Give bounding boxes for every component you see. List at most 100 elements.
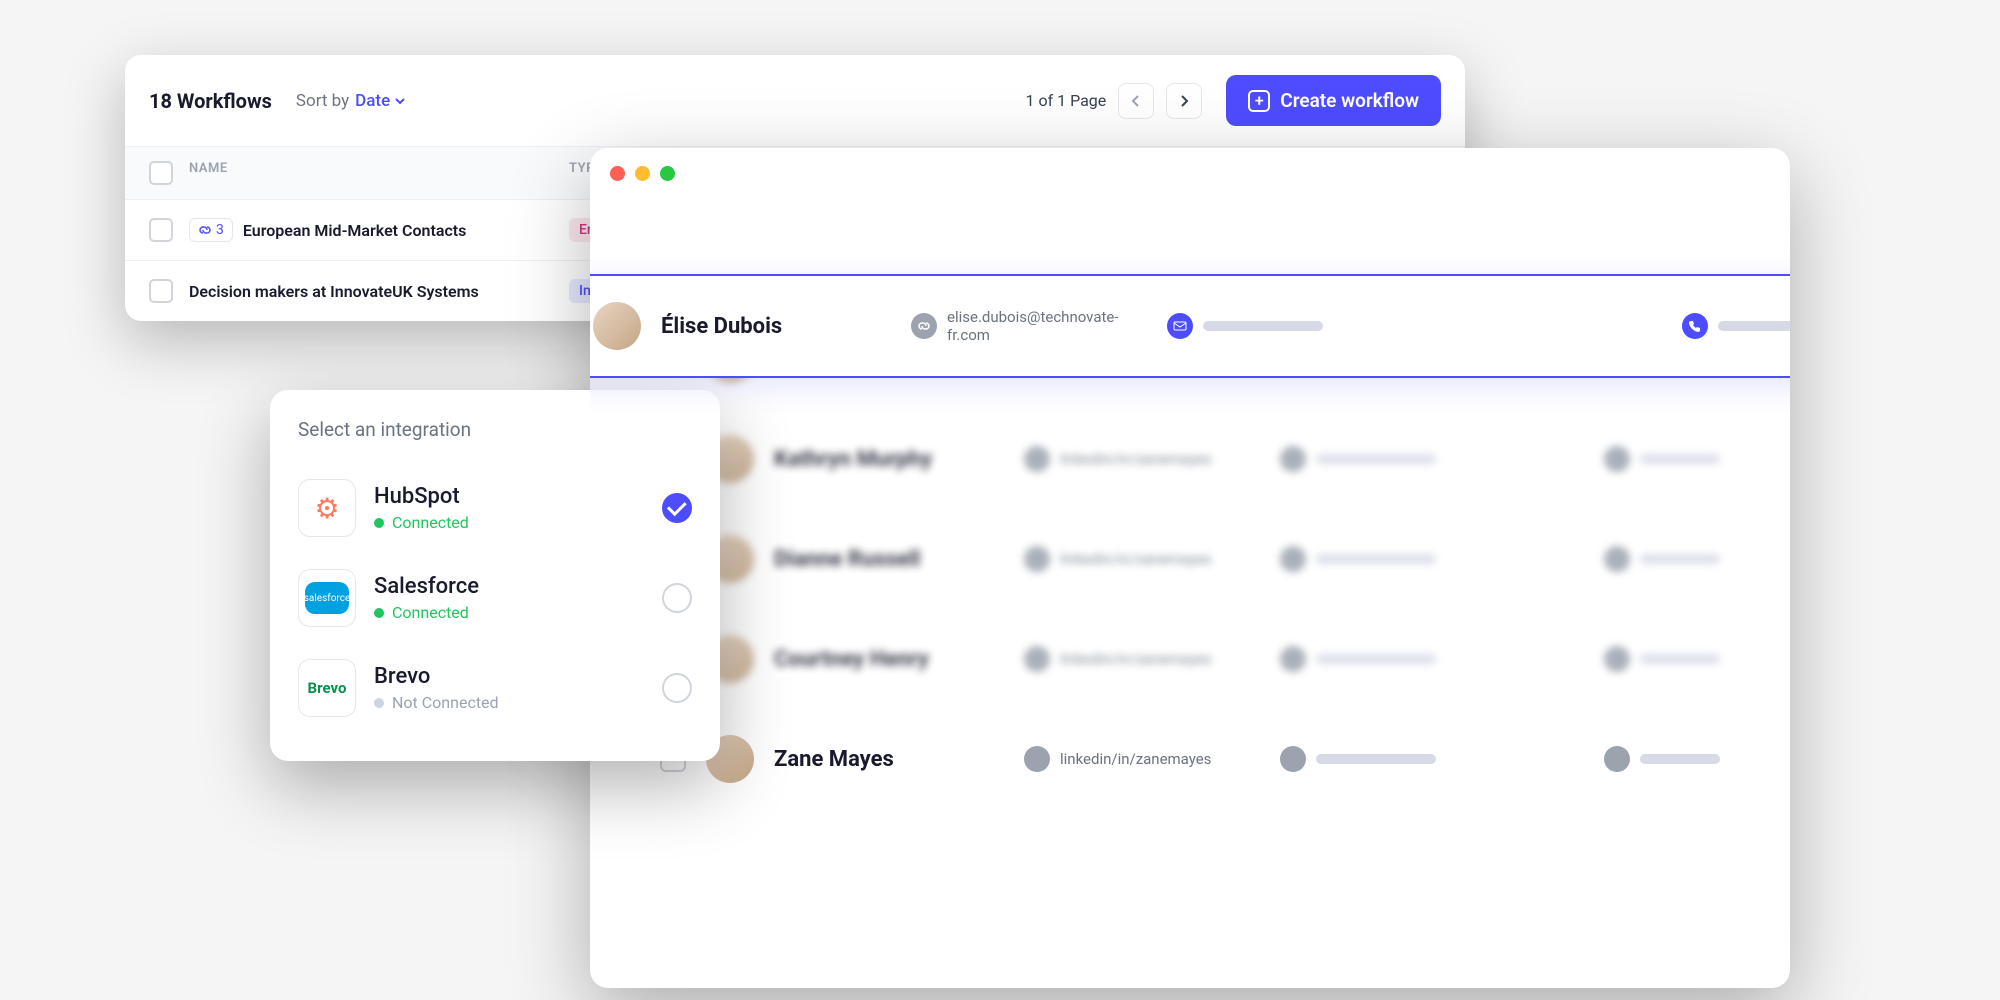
placeholder [1640,554,1720,564]
contact-row-focused[interactable]: Élise Dubois elise.dubois@technovate-fr.… [590,274,1790,378]
integration-name: HubSpot [374,484,644,509]
next-page-button[interactable] [1166,83,1202,119]
row-checkbox[interactable] [149,279,173,303]
contact-name: Courtney Henry [774,647,1004,672]
phone-icon [1682,313,1708,339]
contacts-window: Élise Dubois elise.dubois@technovate-fr.… [590,148,1790,988]
pagination: 1 of 1 Page [1026,83,1203,119]
integration-item[interactable]: ⚙ HubSpot Connected [298,463,692,553]
page-info: 1 of 1 Page [1026,91,1107,110]
linkedin-text: linkedin/in/zanemayes [1060,650,1260,668]
integration-radio[interactable] [662,583,692,613]
close-dot[interactable] [610,166,625,181]
phone-field [1604,646,1720,672]
integration-item[interactable]: Brevo Brevo Not Connected [298,643,692,733]
workflows-title: 18 Workflows [149,89,272,113]
workflow-name: European Mid-Market Contacts [243,221,467,240]
placeholder [1640,654,1720,664]
link-icon [1024,546,1050,572]
window-controls [590,148,1790,199]
minimize-dot[interactable] [635,166,650,181]
phone-field [1682,313,1790,339]
linkedin-text: linkedin/in/zanemayes [1060,750,1260,768]
chevron-left-icon [1129,94,1143,108]
email-field: elise.dubois@technovate-fr.com [911,308,1147,344]
mail-icon [1280,746,1306,772]
linkedin-field: linkedin/in/zanemayes [1024,746,1260,772]
integration-name: Salesforce [374,574,644,599]
integration-status: Not Connected [374,693,644,712]
integrations-title: Select an integration [298,418,692,441]
integration-status: Connected [374,513,644,532]
placeholder [1640,754,1720,764]
sort-value: Date [355,91,406,111]
link-icon [1024,446,1050,472]
phone-field [1604,446,1720,472]
contact-row[interactable]: Dianne Russell linkedin/in/zanemayes [640,509,1740,609]
workflows-header: 18 Workflows Sort by Date 1 of 1 Page + … [125,55,1465,146]
status-text: Connected [392,603,469,622]
prev-page-button[interactable] [1118,83,1154,119]
mail-icon [1280,646,1306,672]
linkedin-text: linkedin/in/zanemayes [1060,450,1260,468]
integration-radio[interactable] [662,673,692,703]
integration-radio[interactable] [662,493,692,523]
mail-field [1280,646,1436,672]
linkedin-field: linkedin/in/zanemayes [1024,646,1260,672]
create-workflow-button[interactable]: + Create workflow [1226,75,1441,126]
placeholder [1316,554,1436,564]
plus-icon: + [1248,90,1270,112]
status-text: Connected [392,513,469,532]
contact-row[interactable]: Kathryn Murphy linkedin/in/zanemayes [640,409,1740,509]
select-all-checkbox[interactable] [149,161,173,185]
link-count-badge: 3 [189,218,233,242]
maximize-dot[interactable] [660,166,675,181]
link-icon [1024,746,1050,772]
integration-status: Connected [374,603,644,622]
contacts-list: Élise Dubois elise.dubois@technovate-fr.… [590,199,1790,809]
chevron-right-icon [1177,94,1191,108]
integration-info: HubSpot Connected [374,484,644,532]
integration-logo: ⚙ [298,479,356,537]
integration-name: Brevo [374,664,644,689]
status-dot [374,518,384,528]
linkedin-field: linkedin/in/zanemayes [1024,546,1260,572]
integration-logo: salesforce [298,569,356,627]
contact-name: Élise Dubois [661,314,891,339]
phone-field [1604,746,1720,772]
contact-name: Zane Mayes [774,747,1004,772]
link-icon [911,313,937,339]
brevo-logo: Brevo [308,679,347,697]
mail-field [1280,746,1436,772]
hubspot-logo: ⚙ [314,492,339,525]
status-dot [374,698,384,708]
contact-name: Dianne Russell [774,547,1004,572]
link-icon [1024,646,1050,672]
status-text: Not Connected [392,693,499,712]
linkedin-field: linkedin/in/zanemayes [1024,446,1260,472]
placeholder [1203,321,1323,331]
contact-name: Kathryn Murphy [774,447,1004,472]
mail-field [1280,546,1436,572]
linkedin-text: linkedin/in/zanemayes [1060,550,1260,568]
mail-field [1167,313,1323,339]
integration-item[interactable]: salesforce Salesforce Connected [298,553,692,643]
contact-row[interactable]: Zane Mayes linkedin/in/zanemayes [640,709,1740,809]
phone-icon [1604,446,1630,472]
contact-row[interactable]: Courtney Henry linkedin/in/zanemayes [640,609,1740,709]
sort-control[interactable]: Sort by Date [296,91,406,111]
link-icon [198,223,212,237]
placeholder [1316,454,1436,464]
integration-info: Brevo Not Connected [374,664,644,712]
row-checkbox[interactable] [149,218,173,242]
create-button-label: Create workflow [1280,89,1419,112]
placeholder [1718,321,1790,331]
integration-info: Salesforce Connected [374,574,644,622]
column-name: NAME [189,161,569,185]
mail-field [1280,446,1436,472]
mail-icon [1280,546,1306,572]
placeholder [1316,754,1436,764]
workflow-name: Decision makers at InnovateUK Systems [189,282,479,301]
placeholder [1640,454,1720,464]
phone-field [1604,546,1720,572]
